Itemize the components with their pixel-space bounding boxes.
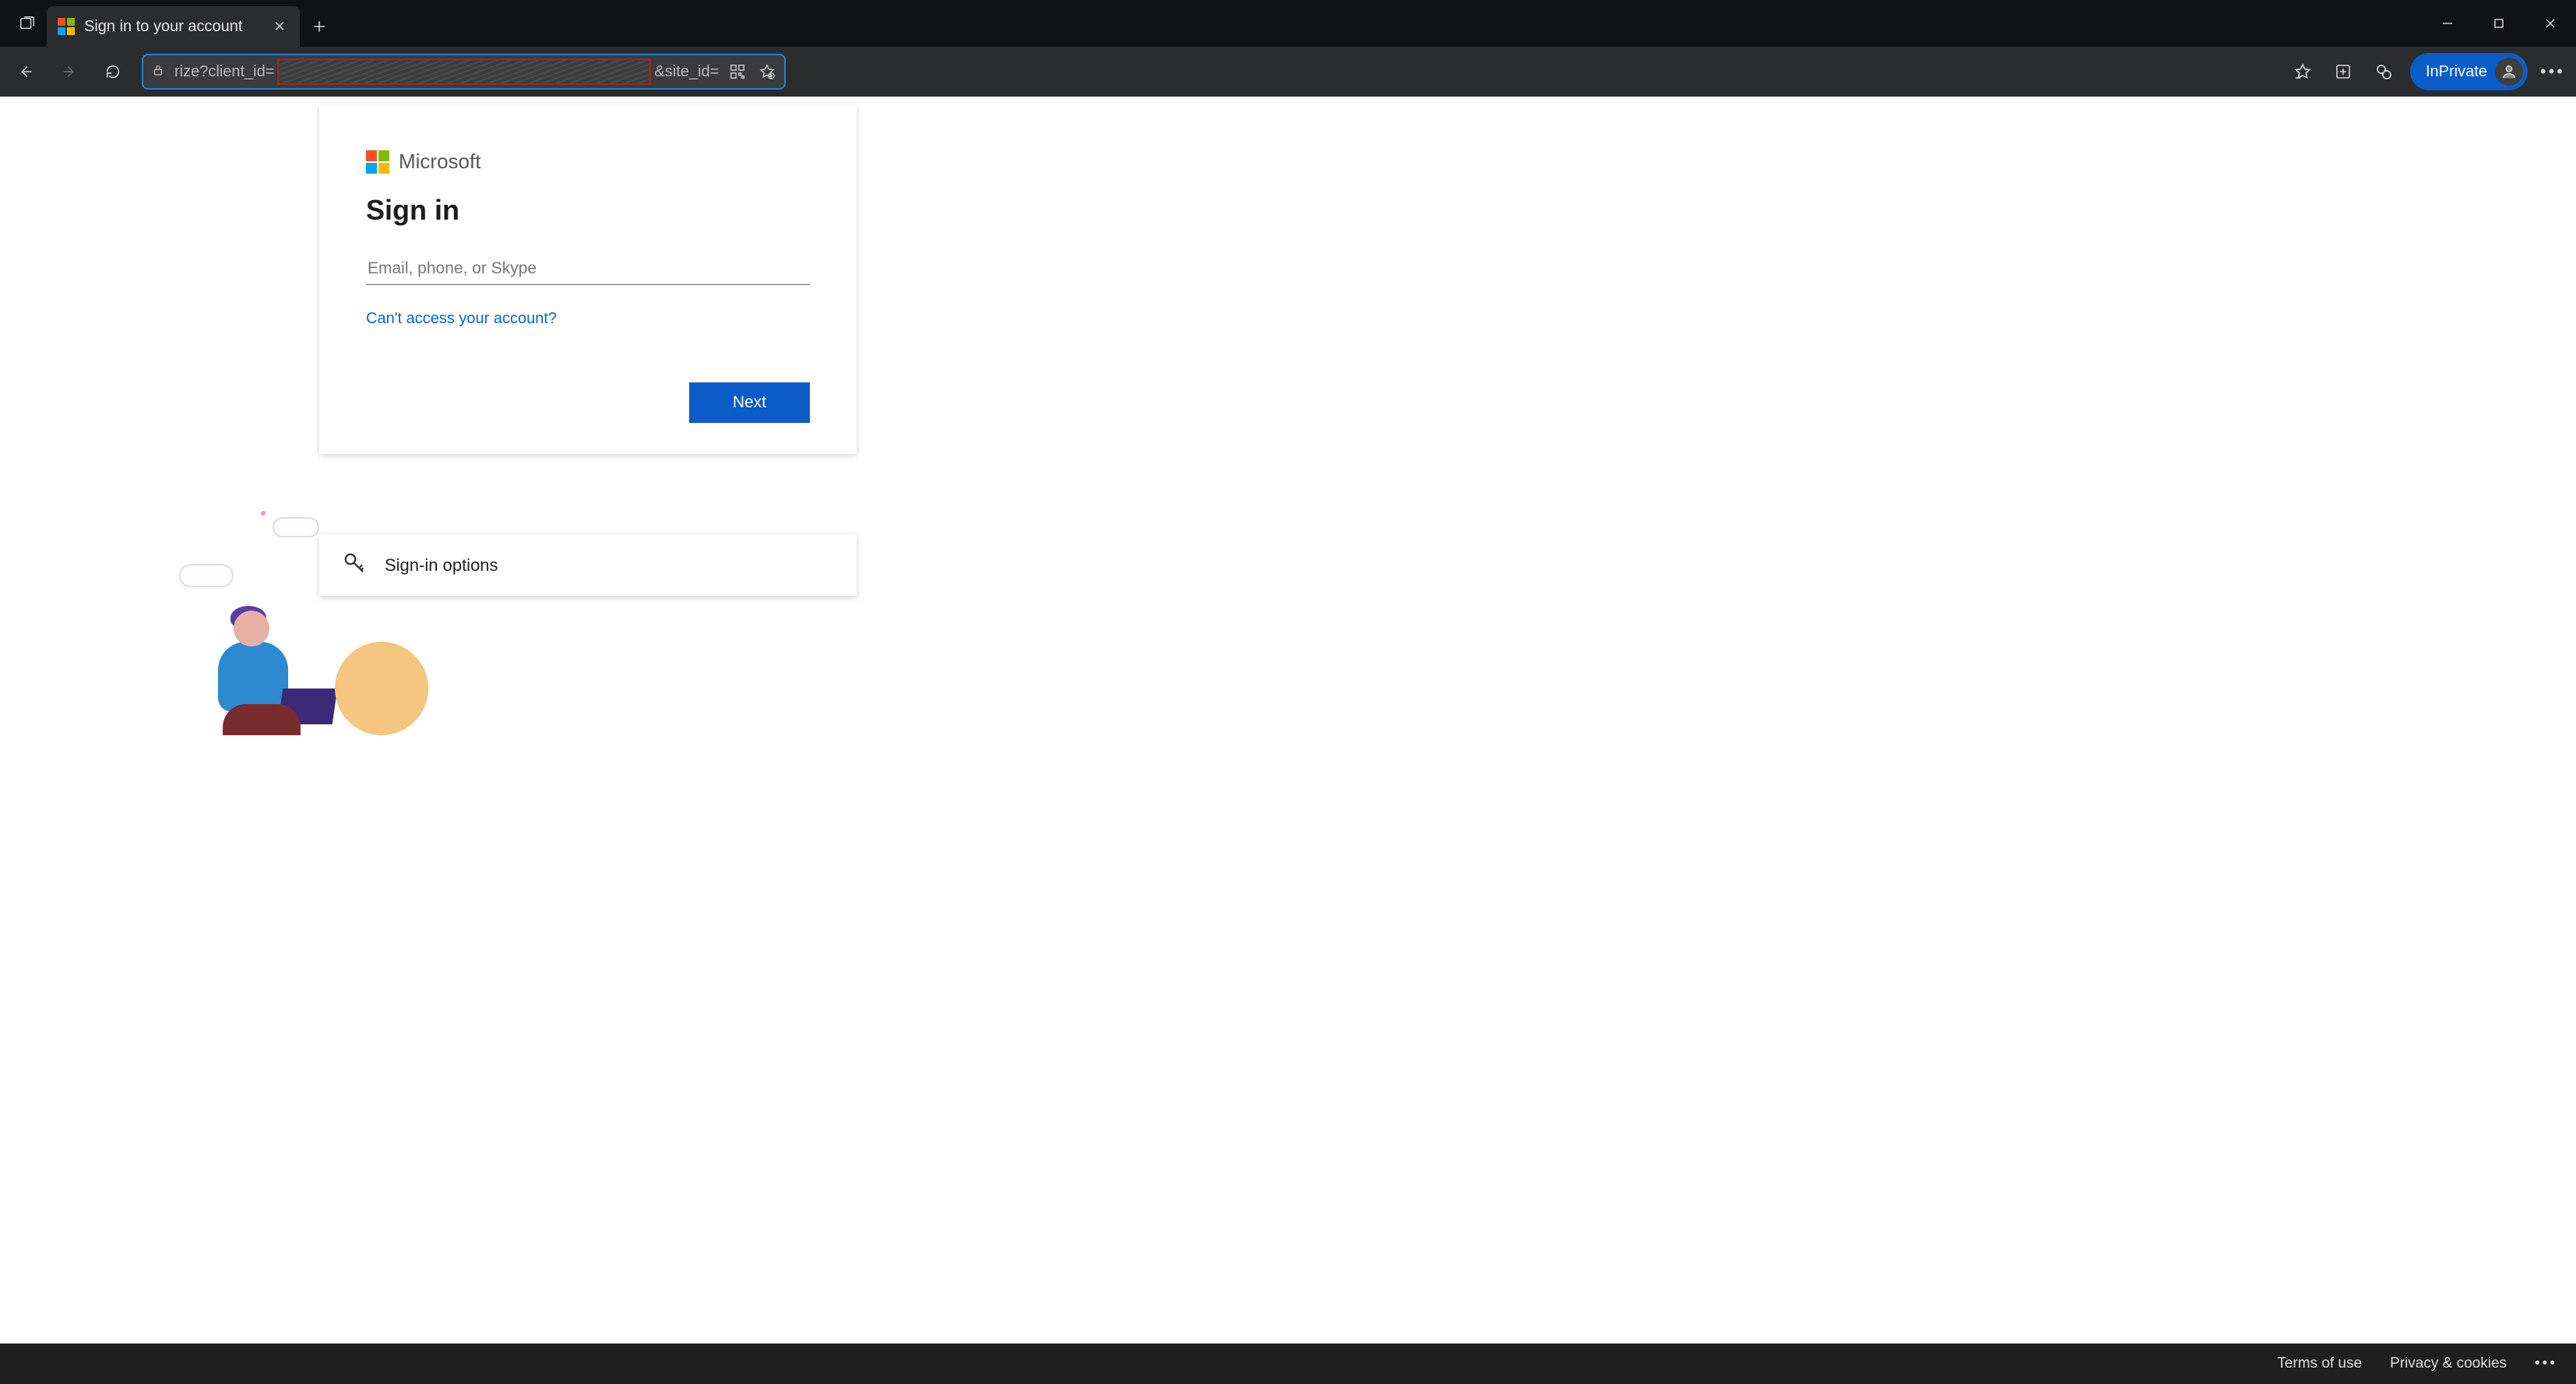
settings-and-more-button[interactable]: ••• [2540, 62, 2565, 82]
address-text[interactable]: rize?client_id= &site_id= [174, 58, 719, 85]
back-button[interactable] [11, 57, 40, 86]
microsoft-brand: Microsoft [366, 150, 810, 174]
key-icon [343, 551, 366, 579]
browser-tab-active[interactable]: Sign in to your account ✕ [47, 6, 300, 47]
terms-of-use-link[interactable]: Terms of use [2277, 1355, 2362, 1372]
qr-code-icon[interactable] [728, 62, 747, 81]
signin-options-card[interactable]: Sign-in options [319, 534, 857, 596]
favorites-icon[interactable] [2289, 58, 2317, 86]
page-footer: Terms of use Privacy & cookies ••• [0, 1344, 2576, 1384]
forward-button[interactable] [55, 57, 84, 86]
microsoft-logo-icon [366, 150, 389, 174]
url-redacted-segment [277, 58, 651, 85]
tab-close-icon[interactable]: ✕ [273, 19, 285, 35]
browser-toolbar: rize?client_id= &site_id= [0, 47, 2576, 97]
microsoft-logo-icon [58, 18, 75, 35]
collections-icon[interactable] [2329, 58, 2357, 86]
window-controls [2422, 0, 2576, 47]
browser-titlebar: Sign in to your account ✕ [0, 0, 2576, 47]
url-suffix: &site_id= [654, 63, 719, 81]
profile-avatar-icon [2495, 58, 2523, 86]
brand-name: Microsoft [399, 150, 480, 174]
tab-title: Sign in to your account [84, 18, 242, 36]
url-prefix: rize?client_id= [174, 63, 274, 81]
address-bar[interactable]: rize?client_id= &site_id= [142, 54, 786, 90]
signin-heading: Sign in [366, 194, 810, 227]
privacy-cookies-link[interactable]: Privacy & cookies [2390, 1355, 2507, 1372]
window-minimize-button[interactable] [2422, 0, 2473, 47]
cant-access-account-link[interactable]: Can't access your account? [366, 310, 557, 328]
favorite-star-add-icon[interactable] [758, 62, 776, 81]
inprivate-label: InPrivate [2426, 63, 2487, 81]
signin-card: Microsoft Sign in Can't access your acco… [319, 104, 857, 454]
window-close-button[interactable] [2525, 0, 2576, 47]
window-maximize-button[interactable] [2473, 0, 2525, 47]
footer-more-button[interactable]: ••• [2535, 1355, 2557, 1372]
page-content: Microsoft Sign in Can't access your acco… [0, 97, 2576, 1344]
refresh-button[interactable] [98, 57, 128, 86]
login-identifier-input[interactable] [366, 253, 810, 285]
next-button[interactable]: Next [689, 382, 810, 423]
site-info-lock-icon[interactable] [151, 63, 165, 81]
browser-essentials-icon[interactable] [2370, 58, 2398, 86]
new-tab-button[interactable] [300, 6, 339, 47]
inprivate-indicator[interactable]: InPrivate [2410, 53, 2528, 90]
signin-options-label: Sign-in options [385, 555, 498, 576]
tab-actions-button[interactable] [8, 0, 47, 47]
